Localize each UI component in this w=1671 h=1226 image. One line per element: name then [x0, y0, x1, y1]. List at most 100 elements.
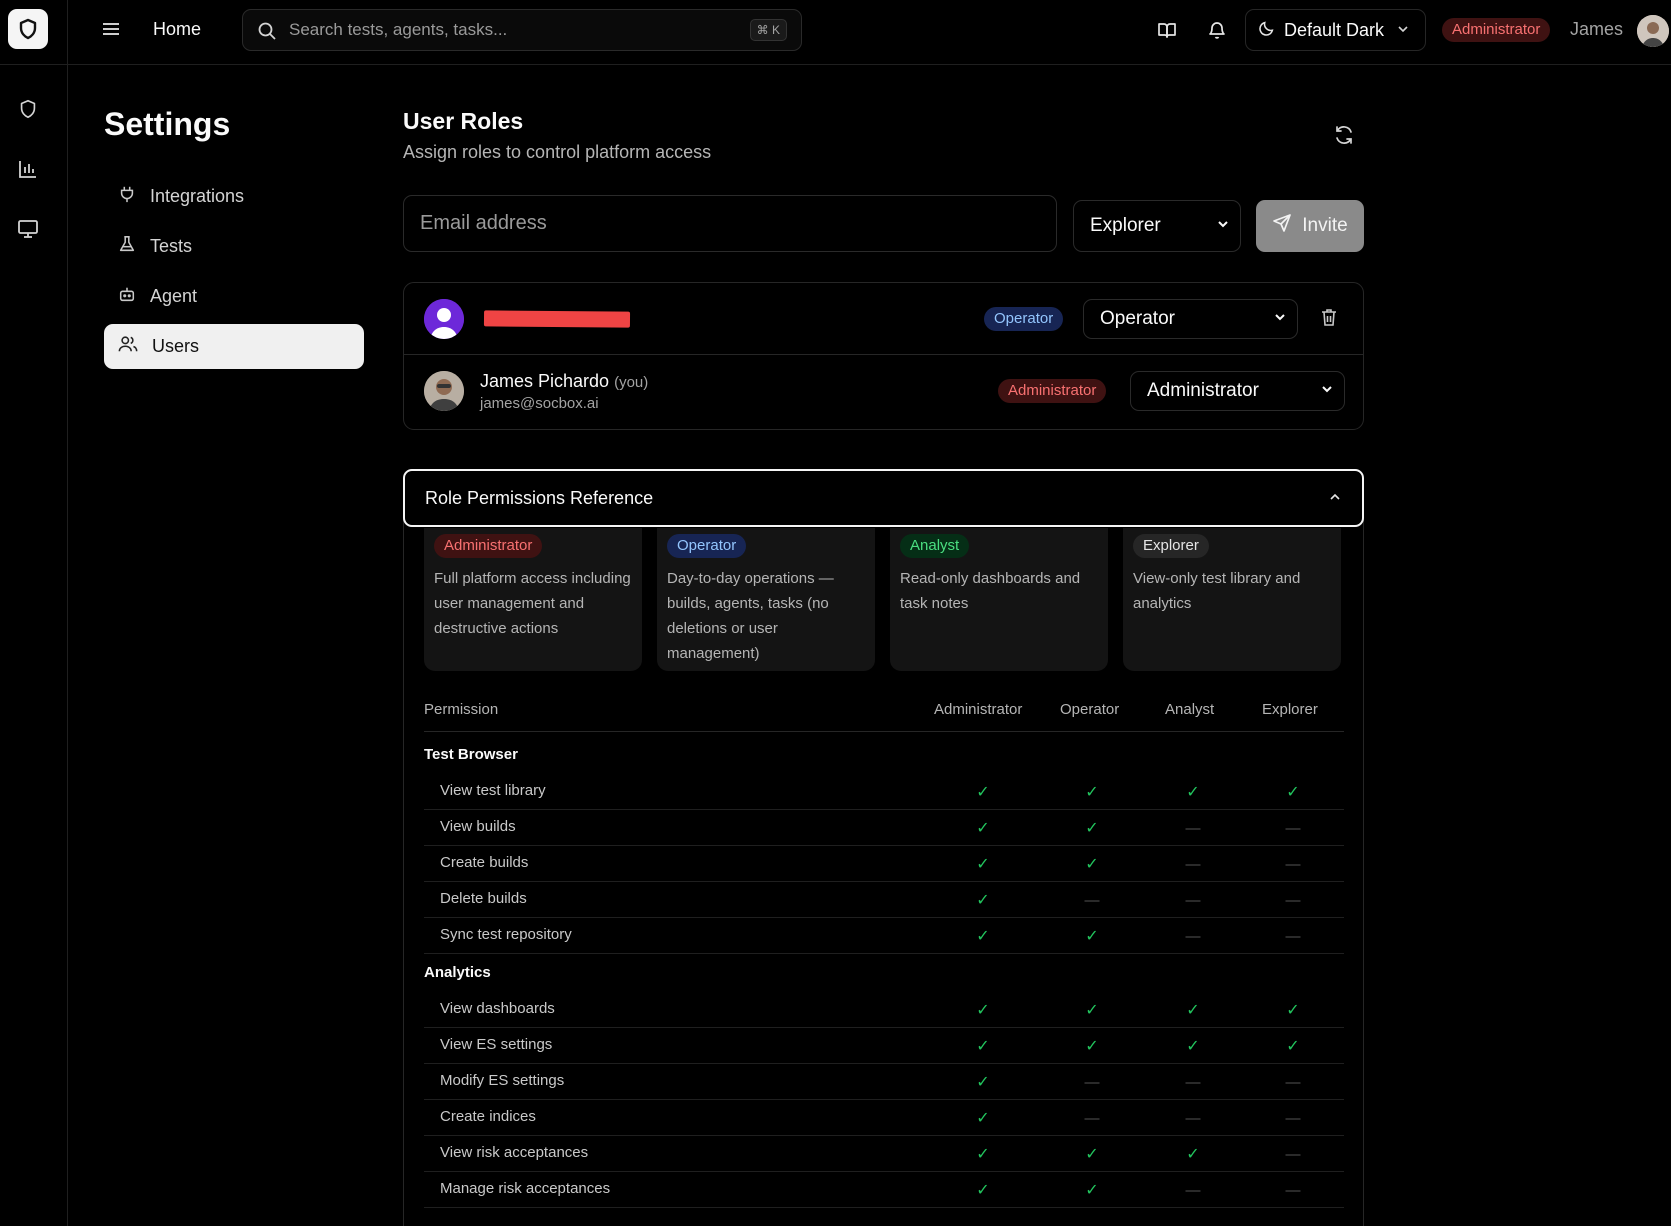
permission-label: Create indices: [440, 1108, 536, 1125]
section-subtitle: Assign roles to control platform access: [403, 142, 712, 162]
dash-icon: —: [1185, 891, 1201, 909]
sidebar-item-tests[interactable]: Tests: [104, 224, 364, 269]
table-row: View test library ✓ ✓ ✓ ✓: [424, 774, 1344, 810]
sidebar-item-users[interactable]: Users: [104, 324, 364, 369]
monitor-icon[interactable]: [16, 217, 40, 241]
check-icon: ✓: [976, 784, 990, 801]
chevron-down-icon: [1320, 380, 1334, 402]
check-icon: ✓: [1085, 820, 1099, 837]
table-row: View ES settings ✓ ✓ ✓ ✓: [424, 1028, 1344, 1064]
permission-group-title: Test Browser: [424, 746, 518, 763]
table-row: Modify ES settings ✓ — — —: [424, 1064, 1344, 1100]
invite-role-select[interactable]: Explorer: [1073, 200, 1241, 252]
permission-label: Create builds: [440, 854, 529, 871]
table-row: Delete builds ✓ — — —: [424, 882, 1344, 918]
email-field[interactable]: [403, 195, 1057, 252]
role-badge: Explorer: [1133, 534, 1209, 558]
chevron-down-icon: [1216, 215, 1230, 237]
sidebar-item-agent[interactable]: Agent: [104, 274, 364, 319]
user-role-select[interactable]: Administrator: [1130, 371, 1345, 411]
check-icon: ✓: [976, 1146, 990, 1163]
dash-icon: —: [1285, 1109, 1301, 1127]
sidebar-item-label: Users: [152, 336, 200, 356]
permission-label: Sync test repository: [440, 926, 572, 943]
user-name[interactable]: James: [1570, 19, 1623, 40]
table-row: Manage risk acceptances ✓ ✓ — —: [424, 1172, 1344, 1208]
check-icon: ✓: [1186, 1146, 1200, 1163]
theme-selector[interactable]: Default Dark: [1245, 9, 1426, 51]
refresh-icon[interactable]: [1333, 124, 1355, 146]
permission-label: Delete builds: [440, 890, 527, 907]
app-logo[interactable]: [8, 9, 48, 49]
home-link[interactable]: Home: [153, 19, 201, 40]
permission-label: View risk acceptances: [440, 1144, 589, 1161]
status-badge: Administrator: [998, 379, 1107, 403]
user-email: james@socbox.ai: [480, 395, 599, 412]
column-header-permission: Permission: [424, 701, 499, 718]
column-header-operator: Operator: [1060, 701, 1120, 718]
chevron-down-icon: [1396, 20, 1410, 41]
sidebar-item-integrations[interactable]: Integrations: [104, 174, 364, 219]
check-icon: ✓: [1286, 1002, 1300, 1019]
table-row: Create indices ✓ — — —: [424, 1100, 1344, 1136]
invite-label: Invite: [1302, 215, 1348, 236]
check-icon: ✓: [1286, 1038, 1300, 1055]
check-icon: ✓: [1085, 784, 1099, 801]
permission-label: View ES settings: [440, 1036, 553, 1053]
check-icon: ✓: [976, 820, 990, 837]
role-badge: Analyst: [900, 534, 970, 558]
search-input[interactable]: [289, 18, 709, 42]
dash-icon: —: [1185, 855, 1201, 873]
user-role-select[interactable]: Operator: [1083, 299, 1298, 339]
user-name-row: James Pichardo (you): [480, 371, 648, 392]
dash-icon: —: [1285, 927, 1301, 945]
section-title: User Roles: [403, 108, 524, 134]
shortcut-hint: ⌘ K: [749, 19, 787, 41]
avatar: [424, 299, 464, 339]
invite-button[interactable]: Invite: [1256, 200, 1364, 252]
trash-icon[interactable]: [1319, 307, 1341, 329]
permission-group-title: Analytics: [424, 964, 491, 981]
shield-logo-icon: [19, 18, 37, 40]
sidebar-item-label: Tests: [150, 236, 193, 256]
page-title: Settings: [104, 106, 231, 142]
plug-icon: [118, 185, 136, 208]
table-row: View dashboards ✓ ✓ ✓ ✓: [424, 992, 1344, 1028]
shield-nav-icon[interactable]: [16, 97, 40, 121]
role-description: Full platform access including user mana…: [434, 570, 631, 637]
dash-icon: —: [1285, 1145, 1301, 1163]
users-icon: [118, 334, 138, 359]
you-label: (you): [614, 374, 649, 391]
chevron-down-icon: [1273, 308, 1287, 330]
permissions-accordion-header[interactable]: Role Permissions Reference: [403, 469, 1364, 527]
table-row: View risk acceptances ✓ ✓ ✓ —: [424, 1136, 1344, 1172]
check-icon: ✓: [1186, 1038, 1200, 1055]
invite-role-value: Explorer: [1090, 215, 1161, 236]
role-badge: Administrator: [1442, 18, 1551, 42]
global-search[interactable]: ⌘ K: [242, 9, 802, 51]
hamburger-menu-icon[interactable]: [100, 18, 122, 40]
dash-icon: —: [1285, 1181, 1301, 1199]
role-badge: Administrator: [434, 534, 543, 558]
sidebar-item-label: Integrations: [150, 186, 245, 206]
book-icon[interactable]: [1156, 19, 1178, 41]
role-description: Read-only dashboards and task notes: [900, 570, 1081, 612]
check-icon: ✓: [976, 892, 990, 909]
dash-icon: —: [1084, 1109, 1100, 1127]
theme-label: Default Dark: [1284, 19, 1385, 40]
table-row: Create builds ✓ ✓ — —: [424, 846, 1344, 882]
bell-icon[interactable]: [1206, 19, 1228, 41]
dash-icon: —: [1185, 1073, 1201, 1091]
rail-divider: [67, 0, 68, 1226]
check-icon: ✓: [1286, 784, 1300, 801]
check-icon: ✓: [1085, 928, 1099, 945]
avatar[interactable]: [1637, 15, 1669, 47]
check-icon: ✓: [1085, 1002, 1099, 1019]
column-header-explorer: Explorer: [1262, 701, 1318, 718]
check-icon: ✓: [1186, 784, 1200, 801]
bar-chart-icon[interactable]: [16, 157, 40, 181]
check-icon: ✓: [976, 856, 990, 873]
dash-icon: —: [1185, 819, 1201, 837]
dash-icon: —: [1285, 819, 1301, 837]
users-list: Operator Operator James Pichardo (you) j…: [403, 282, 1364, 430]
